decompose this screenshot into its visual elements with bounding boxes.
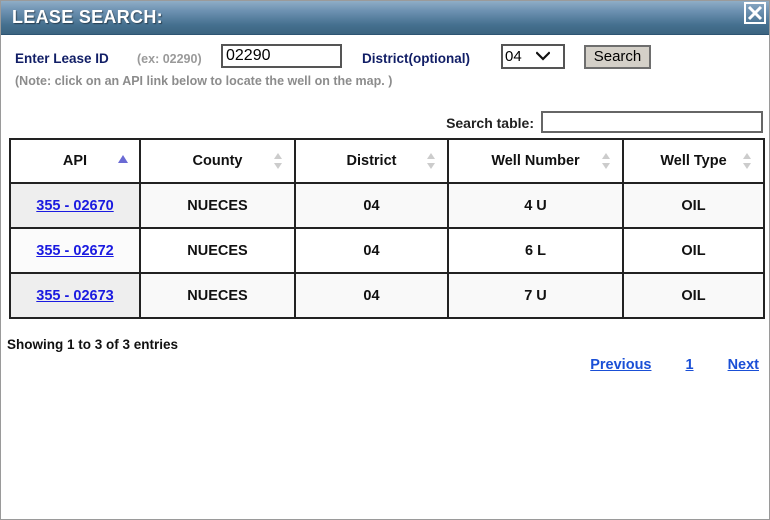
cell-well-number: 6 L xyxy=(447,227,624,274)
sort-both-icon xyxy=(274,153,282,169)
api-link[interactable]: 355 - 02673 xyxy=(36,288,113,304)
cell-api: 355 - 02670 xyxy=(9,182,141,229)
cell-district: 04 xyxy=(294,272,449,319)
cell-api: 355 - 02673 xyxy=(9,272,141,319)
sort-both-icon xyxy=(602,153,610,169)
page-title: LEASE SEARCH: xyxy=(12,7,163,27)
cell-county: NUECES xyxy=(139,272,296,319)
cell-district: 04 xyxy=(294,227,449,274)
column-header-district-label: District xyxy=(346,153,397,169)
close-x-glyph xyxy=(747,5,763,21)
cell-well-type: OIL xyxy=(622,182,765,229)
column-header-district[interactable]: District xyxy=(294,138,449,184)
lease-search-window: LEASE SEARCH: Enter Lease ID (ex: 02290)… xyxy=(0,0,770,520)
lease-id-example-hint: (ex: 02290) xyxy=(137,52,202,66)
table-row: 355 - 02673 NUECES 04 7 U OIL xyxy=(9,272,765,319)
column-header-well-number-label: Well Number xyxy=(491,153,580,169)
cell-well-type: OIL xyxy=(622,227,765,274)
pagination: Previous 1 Next xyxy=(590,357,759,373)
search-button[interactable]: Search xyxy=(584,45,651,69)
table-header-row: API County District Well Number Well Typ… xyxy=(9,138,765,184)
sort-ascending-icon xyxy=(118,155,128,163)
search-table-input[interactable] xyxy=(541,111,763,133)
cell-county: NUECES xyxy=(139,227,296,274)
cell-district: 04 xyxy=(294,182,449,229)
lease-id-input[interactable] xyxy=(221,44,342,68)
pagination-next[interactable]: Next xyxy=(728,357,759,373)
district-label: District(optional) xyxy=(362,51,470,66)
pagination-page-1[interactable]: 1 xyxy=(685,357,693,373)
column-header-well-number[interactable]: Well Number xyxy=(447,138,624,184)
search-table-label: Search table: xyxy=(446,115,534,131)
district-select[interactable]: 04 xyxy=(501,44,565,69)
cell-well-number: 4 U xyxy=(447,182,624,229)
lease-id-label: Enter Lease ID xyxy=(15,51,109,66)
sort-both-icon xyxy=(743,153,751,169)
column-header-well-type[interactable]: Well Type xyxy=(622,138,765,184)
sort-both-icon xyxy=(427,153,435,169)
column-header-api-label: API xyxy=(62,153,88,169)
cell-county: NUECES xyxy=(139,182,296,229)
table-row: 355 - 02672 NUECES 04 6 L OIL xyxy=(9,227,765,274)
column-header-county-label: County xyxy=(192,153,243,169)
window-titlebar: LEASE SEARCH: xyxy=(1,1,769,35)
table-header: API County District Well Number Well Typ… xyxy=(9,138,765,184)
close-icon[interactable] xyxy=(744,2,766,24)
api-link[interactable]: 355 - 02672 xyxy=(36,243,113,259)
map-note-text: (Note: click on an API link below to loc… xyxy=(15,74,393,88)
table-body: 355 - 02670 NUECES 04 4 U OIL 355 - 0267… xyxy=(9,182,765,319)
showing-entries-info: Showing 1 to 3 of 3 entries xyxy=(7,337,179,352)
column-header-well-type-label: Well Type xyxy=(660,153,727,169)
column-header-api[interactable]: API xyxy=(9,138,141,184)
cell-api: 355 - 02672 xyxy=(9,227,141,274)
results-table: API County District Well Number Well Typ… xyxy=(9,138,765,319)
api-link[interactable]: 355 - 02670 xyxy=(36,198,113,214)
table-row: 355 - 02670 NUECES 04 4 U OIL xyxy=(9,182,765,229)
column-header-county[interactable]: County xyxy=(139,138,296,184)
cell-well-type: OIL xyxy=(622,272,765,319)
cell-well-number: 7 U xyxy=(447,272,624,319)
pagination-previous[interactable]: Previous xyxy=(590,357,651,373)
